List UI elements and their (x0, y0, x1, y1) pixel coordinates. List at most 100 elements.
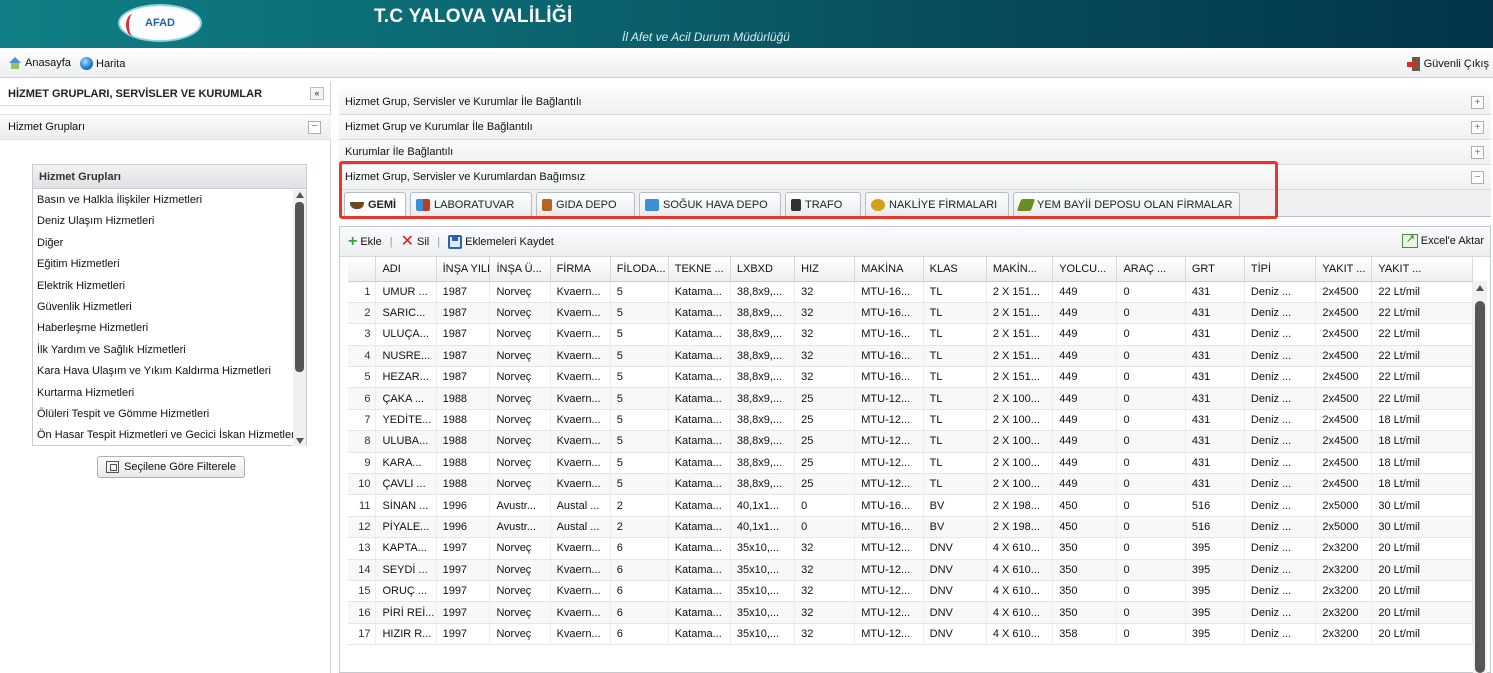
group-list-item[interactable]: Diğer (33, 233, 293, 254)
table-cell[interactable]: PİYALE... (375, 516, 437, 539)
table-cell[interactable]: 2x3200 (1315, 580, 1373, 603)
table-cell[interactable]: MTU-12... (854, 409, 924, 432)
table-cell[interactable]: Deniz ... (1244, 601, 1317, 624)
table-cell[interactable]: 2x4500 (1315, 323, 1373, 346)
table-cell[interactable]: Deniz ... (1244, 387, 1317, 410)
table-cell[interactable]: 449 (1052, 452, 1118, 475)
table-cell[interactable]: DNV (923, 580, 987, 603)
table-cell[interactable]: 431 (1185, 302, 1245, 325)
table-cell[interactable]: Kvaern... (550, 387, 611, 410)
column-header[interactable]: FİRMA (550, 257, 611, 282)
group-list-item[interactable]: Elektrik Hizmetleri (33, 276, 293, 297)
table-cell[interactable]: 25 (794, 387, 856, 410)
table-cell[interactable]: BV (923, 516, 987, 539)
table-cell[interactable]: 5 (610, 302, 669, 325)
table-cell[interactable]: 431 (1185, 323, 1245, 346)
tab-food-storage[interactable]: GIDA DEPO (536, 192, 635, 216)
table-cell[interactable]: Kvaern... (550, 452, 611, 475)
table-cell[interactable]: 32 (794, 345, 856, 368)
table-cell[interactable]: 431 (1185, 281, 1245, 303)
table-cell[interactable]: 395 (1185, 580, 1245, 603)
table-cell[interactable]: Katama... (668, 473, 731, 496)
table-cell[interactable]: ULUBA... (375, 430, 437, 453)
table-cell[interactable]: SİNAN ... (375, 494, 437, 517)
table-cell[interactable]: 2x5000 (1315, 494, 1373, 517)
table-cell[interactable]: 2 X 198... (986, 494, 1054, 517)
table-cell[interactable]: 449 (1052, 409, 1118, 432)
table-cell[interactable]: MTU-16... (854, 281, 924, 303)
table-cell[interactable]: 1988 (436, 452, 491, 475)
column-header[interactable]: HIZ (794, 257, 856, 282)
table-cell[interactable]: 0 (1116, 580, 1186, 603)
tab-transformer[interactable]: TRAFO (785, 192, 861, 216)
table-cell[interactable]: 32 (794, 601, 856, 624)
table-cell[interactable]: 1997 (436, 580, 491, 603)
table-cell[interactable]: 1988 (436, 409, 491, 432)
table-cell[interactable]: MTU-16... (854, 302, 924, 325)
group-list[interactable]: Basın ve Halkla İlişkiler Hizmetleri Den… (33, 190, 293, 446)
table-cell[interactable]: 0 (1116, 345, 1186, 368)
table-cell[interactable]: 450 (1052, 494, 1118, 517)
table-cell[interactable]: 0 (1116, 494, 1186, 517)
table-cell[interactable]: 40,1x1... (730, 494, 796, 517)
table-cell[interactable]: 449 (1052, 302, 1118, 325)
table-row[interactable]: 14 SEYDİ ... 1997 Norveç Kvaern... 6 Katama...… (348, 559, 1473, 581)
table-cell[interactable]: 2 X 100... (986, 409, 1054, 432)
table-cell[interactable]: 35x10,... (730, 580, 796, 603)
table-cell[interactable]: Kvaern... (550, 623, 611, 646)
table-cell[interactable]: Norveç (489, 537, 551, 560)
table-cell[interactable]: 38,8x9,... (730, 345, 796, 368)
table-cell[interactable]: 0 (1116, 452, 1186, 475)
table-cell[interactable]: YEDİTE... (375, 409, 437, 432)
table-cell[interactable]: PİRİ REİ... (375, 601, 437, 624)
table-cell[interactable]: 25 (794, 409, 856, 432)
table-cell[interactable]: 1987 (436, 281, 491, 303)
table-cell[interactable]: Norveç (489, 623, 551, 646)
table-row[interactable]: 9 KARA... 1988 Norveç Kvaern... 5 Katama... 38,… (348, 452, 1473, 475)
table-cell[interactable]: 1987 (436, 345, 491, 368)
table-cell[interactable]: 4 X 610... (986, 623, 1054, 646)
service-groups-section[interactable]: Hizmet Grupları − (0, 114, 331, 140)
table-cell[interactable]: Norveç (489, 580, 551, 603)
table-cell[interactable]: Deniz ... (1244, 366, 1317, 389)
table-cell[interactable]: Deniz ... (1244, 537, 1317, 560)
table-cell[interactable]: Kvaern... (550, 537, 611, 560)
table-cell[interactable]: Katama... (668, 387, 731, 410)
afad-logo[interactable]: AFAD (118, 4, 202, 42)
table-cell[interactable]: Katama... (668, 452, 731, 475)
table-cell[interactable]: 35x10,... (730, 559, 796, 581)
table-cell[interactable]: 0 (1116, 623, 1186, 646)
table-row[interactable]: 16 PİRİ REİ... 1997 Norveç Kvaern... 6 Katama.… (348, 601, 1473, 624)
group-list-item[interactable]: Ön Hasar Tespit Hizmetleri ve Gecici İsk… (33, 425, 293, 446)
table-cell[interactable]: 38,8x9,... (730, 366, 796, 389)
table-cell[interactable]: Avustr... (489, 494, 551, 517)
table-row[interactable]: 5 HEZAR... 1987 Norveç Kvaern... 5 Katama... 38… (348, 366, 1473, 389)
table-cell[interactable]: 2x3200 (1315, 623, 1373, 646)
table-cell[interactable]: Deniz ... (1244, 345, 1317, 368)
table-cell[interactable]: 40,1x1... (730, 516, 796, 539)
table-cell[interactable]: MTU-12... (854, 537, 924, 560)
table-cell[interactable]: 38,8x9,... (730, 409, 796, 432)
table-cell[interactable]: 32 (794, 559, 856, 581)
table-cell[interactable]: 38,8x9,... (730, 452, 796, 475)
table-cell[interactable]: 1997 (436, 559, 491, 581)
table-cell[interactable]: ÇAVLI ... (375, 473, 437, 496)
table-row[interactable]: 1 UMUR ... 1987 Norveç Kvaern... 5 Katama... 38… (348, 281, 1473, 303)
table-cell[interactable]: MTU-16... (854, 494, 924, 517)
table-cell[interactable]: 6 (610, 537, 669, 560)
table-cell[interactable]: 22 Lt/mil (1371, 345, 1473, 368)
grid-scrollbar-thumb[interactable] (1475, 301, 1485, 673)
table-cell[interactable]: Deniz ... (1244, 494, 1317, 517)
column-header[interactable]: MAKİNA (854, 257, 924, 282)
table-cell[interactable]: 2 X 100... (986, 473, 1054, 496)
table-cell[interactable]: 4 X 610... (986, 580, 1054, 603)
table-cell[interactable]: 0 (1116, 323, 1186, 346)
table-cell[interactable]: MTU-12... (854, 430, 924, 453)
table-cell[interactable]: 449 (1052, 387, 1118, 410)
group-list-item[interactable]: Deniz Ulaşım Hizmetleri (33, 211, 293, 232)
table-cell[interactable]: 38,8x9,... (730, 473, 796, 496)
table-cell[interactable]: Kvaern... (550, 302, 611, 325)
table-cell[interactable]: 22 Lt/mil (1371, 302, 1473, 325)
table-cell[interactable]: 431 (1185, 430, 1245, 453)
table-row[interactable]: 13 KAPTA... 1997 Norveç Kvaern... 6 Katama... 3… (348, 537, 1473, 560)
